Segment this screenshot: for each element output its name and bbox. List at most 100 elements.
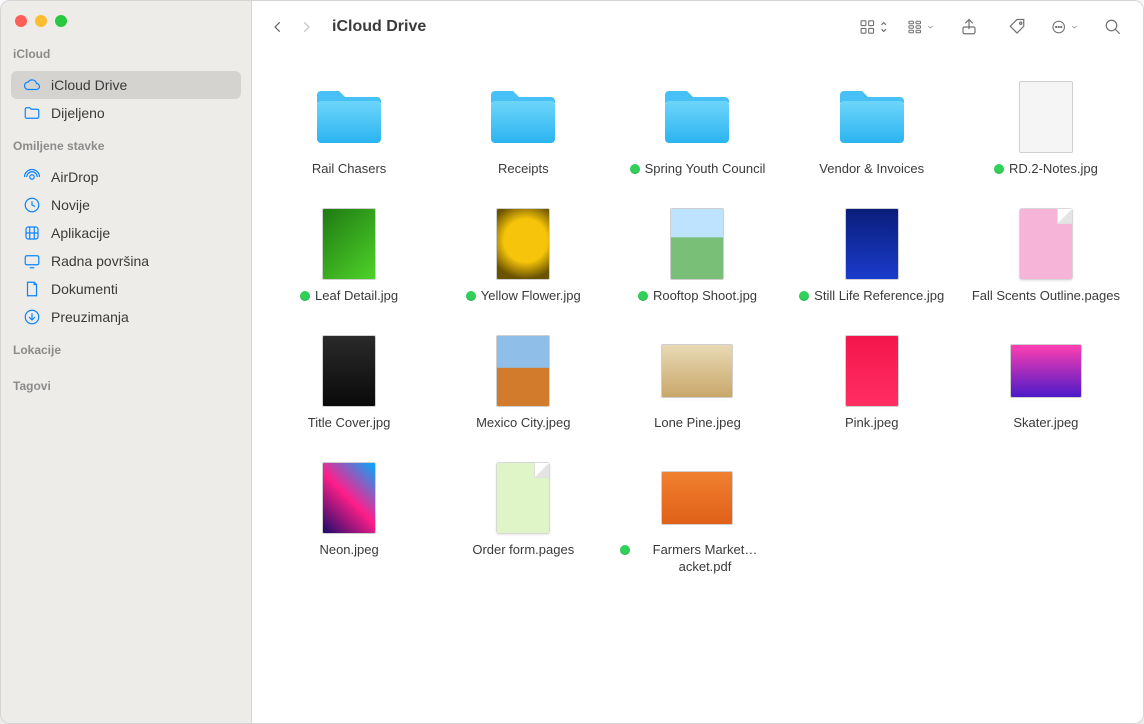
toolbar: iCloud Drive bbox=[252, 1, 1143, 53]
file-name: Fall Scents Outline.pages bbox=[972, 288, 1120, 305]
image-thumbnail bbox=[836, 335, 908, 407]
sidebar-item-label: AirDrop bbox=[51, 169, 98, 185]
more-actions-button[interactable] bbox=[1051, 15, 1079, 39]
sidebar-section-header: Lokacije bbox=[1, 333, 251, 361]
file-item[interactable]: Still Life Reference.jpg bbox=[795, 208, 949, 305]
forward-button[interactable] bbox=[292, 13, 320, 41]
tags-button[interactable] bbox=[1003, 15, 1031, 39]
image-thumbnail bbox=[661, 208, 733, 280]
location-title: iCloud Drive bbox=[332, 18, 426, 36]
main-pane: iCloud Drive bbox=[252, 1, 1143, 723]
image-thumbnail bbox=[836, 208, 908, 280]
document-thumbnail bbox=[1010, 208, 1082, 280]
image-thumbnail bbox=[1010, 335, 1082, 407]
file-item[interactable]: Rail Chasers bbox=[272, 81, 426, 178]
clock-icon bbox=[23, 196, 41, 214]
file-name: Order form.pages bbox=[472, 542, 574, 559]
window-controls bbox=[1, 1, 251, 37]
file-name: Farmers Market…acket.pdf bbox=[635, 542, 774, 576]
airdrop-icon bbox=[23, 168, 41, 186]
file-item[interactable]: Spring Youth Council bbox=[620, 81, 774, 178]
file-name: Rooftop Shoot.jpg bbox=[653, 288, 757, 305]
image-thumbnail bbox=[487, 335, 559, 407]
file-item[interactable]: Neon.jpeg bbox=[272, 462, 426, 576]
file-name: Vendor & Invoices bbox=[819, 161, 924, 178]
file-item[interactable]: Title Cover.jpg bbox=[272, 335, 426, 432]
folder-icon bbox=[836, 81, 908, 153]
toolbar-actions bbox=[859, 15, 1127, 39]
sidebar-item-label: Aplikacije bbox=[51, 225, 110, 241]
doc-icon bbox=[23, 280, 41, 298]
file-name: Rail Chasers bbox=[312, 161, 386, 178]
file-name: Title Cover.jpg bbox=[308, 415, 391, 432]
file-item[interactable]: Lone Pine.jpeg bbox=[620, 335, 774, 432]
document-thumbnail bbox=[487, 462, 559, 534]
apps-icon bbox=[23, 224, 41, 242]
file-item[interactable]: Order form.pages bbox=[446, 462, 600, 576]
file-item[interactable]: Vendor & Invoices bbox=[795, 81, 949, 178]
sidebar-section-header: iCloud bbox=[1, 37, 251, 65]
file-name: Skater.jpeg bbox=[1013, 415, 1078, 432]
image-thumbnail bbox=[1010, 81, 1082, 153]
sidebar-item-label: iCloud Drive bbox=[51, 77, 127, 93]
file-item[interactable]: Pink.jpeg bbox=[795, 335, 949, 432]
file-item[interactable]: Skater.jpeg bbox=[969, 335, 1123, 432]
sidebar-item-radna-površina[interactable]: Radna površina bbox=[11, 247, 241, 275]
shared-folder-icon bbox=[23, 104, 41, 122]
file-name: Yellow Flower.jpg bbox=[481, 288, 581, 305]
file-item[interactable]: Farmers Market…acket.pdf bbox=[620, 462, 774, 576]
close-window-button[interactable] bbox=[15, 15, 27, 27]
sidebar-section-header: Tagovi bbox=[1, 369, 251, 397]
sidebar-item-label: Preuzimanja bbox=[51, 309, 129, 325]
file-name: RD.2-Notes.jpg bbox=[1009, 161, 1098, 178]
sidebar-item-aplikacije[interactable]: Aplikacije bbox=[11, 219, 241, 247]
group-by-selector[interactable] bbox=[907, 15, 935, 39]
image-thumbnail bbox=[313, 335, 385, 407]
image-thumbnail bbox=[661, 335, 733, 407]
folder-icon bbox=[661, 81, 733, 153]
image-thumbnail bbox=[313, 462, 385, 534]
file-item[interactable]: Rooftop Shoot.jpg bbox=[620, 208, 774, 305]
sidebar-item-label: Novije bbox=[51, 197, 90, 213]
tag-dot-green bbox=[799, 291, 809, 301]
search-button[interactable] bbox=[1099, 15, 1127, 39]
file-item[interactable]: Mexico City.jpeg bbox=[446, 335, 600, 432]
image-thumbnail bbox=[487, 208, 559, 280]
file-item[interactable]: Receipts bbox=[446, 81, 600, 178]
file-name: Receipts bbox=[498, 161, 549, 178]
sidebar: iCloudiCloud DriveDijeljenoOmiljene stav… bbox=[1, 1, 252, 723]
file-name: Still Life Reference.jpg bbox=[814, 288, 944, 305]
sidebar-item-airdrop[interactable]: AirDrop bbox=[11, 163, 241, 191]
file-item[interactable]: Yellow Flower.jpg bbox=[446, 208, 600, 305]
file-item[interactable]: RD.2-Notes.jpg bbox=[969, 81, 1123, 178]
sidebar-item-label: Radna površina bbox=[51, 253, 149, 269]
file-name: Lone Pine.jpeg bbox=[654, 415, 741, 432]
back-button[interactable] bbox=[264, 13, 292, 41]
fullscreen-window-button[interactable] bbox=[55, 15, 67, 27]
sidebar-item-icloud-drive[interactable]: iCloud Drive bbox=[11, 71, 241, 99]
file-name: Mexico City.jpeg bbox=[476, 415, 570, 432]
view-mode-selector[interactable] bbox=[859, 15, 887, 39]
folder-icon bbox=[487, 81, 559, 153]
tag-dot-green bbox=[466, 291, 476, 301]
file-name: Pink.jpeg bbox=[845, 415, 898, 432]
share-button[interactable] bbox=[955, 15, 983, 39]
file-item[interactable]: Fall Scents Outline.pages bbox=[969, 208, 1123, 305]
file-name: Leaf Detail.jpg bbox=[315, 288, 398, 305]
sidebar-item-label: Dijeljeno bbox=[51, 105, 105, 121]
sidebar-item-dokumenti[interactable]: Dokumenti bbox=[11, 275, 241, 303]
file-grid: Rail Chasers Receipts Spring Youth Council… bbox=[252, 53, 1143, 723]
image-thumbnail bbox=[661, 462, 733, 534]
sidebar-item-dijeljeno[interactable]: Dijeljeno bbox=[11, 99, 241, 127]
image-thumbnail bbox=[313, 208, 385, 280]
minimize-window-button[interactable] bbox=[35, 15, 47, 27]
tag-dot-green bbox=[300, 291, 310, 301]
file-name: Neon.jpeg bbox=[319, 542, 378, 559]
sidebar-item-preuzimanja[interactable]: Preuzimanja bbox=[11, 303, 241, 331]
desktop-icon bbox=[23, 252, 41, 270]
finder-window: iCloudiCloud DriveDijeljenoOmiljene stav… bbox=[0, 0, 1144, 724]
sidebar-item-novije[interactable]: Novije bbox=[11, 191, 241, 219]
sidebar-item-label: Dokumenti bbox=[51, 281, 118, 297]
folder-icon bbox=[313, 81, 385, 153]
file-item[interactable]: Leaf Detail.jpg bbox=[272, 208, 426, 305]
